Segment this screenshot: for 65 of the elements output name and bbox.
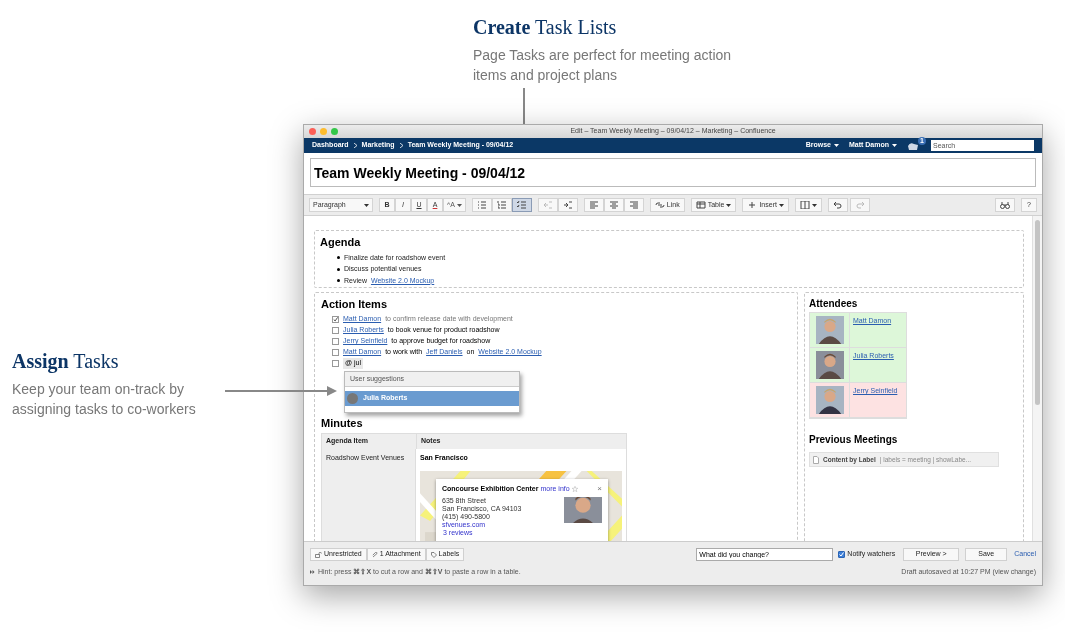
- align-left-icon: [588, 201, 599, 209]
- align-center-button[interactable]: [603, 198, 624, 212]
- bullet-icon: [337, 256, 340, 260]
- align-left-button[interactable]: [583, 198, 604, 212]
- redo-icon: [854, 201, 865, 209]
- table-icon: [695, 201, 706, 209]
- align-right-button[interactable]: [623, 198, 644, 212]
- double-arrow-icon: [310, 570, 315, 575]
- task-checkbox[interactable]: [332, 360, 339, 367]
- caret-icon: [892, 144, 897, 147]
- bullet-icon: [337, 267, 340, 271]
- notify-checkbox[interactable]: [838, 551, 846, 558]
- caret-icon: [726, 203, 732, 207]
- binoculars-icon: [1000, 201, 1010, 209]
- indent-button[interactable]: [557, 198, 578, 212]
- task-checkbox[interactable]: [332, 338, 339, 345]
- callout-text: Page Tasks are perfect for meeting action items and project plans: [473, 46, 733, 85]
- align-right-icon: [628, 201, 639, 209]
- bullet-list-icon: [476, 201, 487, 209]
- paperclip-icon: [371, 551, 378, 558]
- callout-text: Keep your team on-track by assigning tasks to co-workers: [12, 380, 197, 419]
- bullet-list-button[interactable]: [471, 198, 492, 212]
- section-heading: Attendees: [809, 297, 859, 311]
- task-list-button[interactable]: [511, 198, 532, 212]
- task-checkbox[interactable]: [332, 316, 339, 323]
- bullet-icon: [337, 279, 340, 283]
- section-heading: Action Items: [321, 297, 388, 312]
- task-list-icon: [516, 201, 527, 209]
- caret-icon: [456, 203, 462, 207]
- align-center-icon: [608, 201, 619, 209]
- caret-icon: [811, 203, 817, 207]
- chevron-icon: [353, 143, 357, 148]
- undo-button[interactable]: [827, 198, 848, 212]
- caret-icon: [833, 144, 839, 147]
- scrollbar-thumb[interactable]: [1035, 220, 1040, 405]
- page-title-field[interactable]: Team Weekly Meeting - 09/04/12: [310, 158, 1036, 187]
- callout-title: Create Task Lists: [473, 15, 618, 40]
- caret-icon: [364, 203, 369, 207]
- checkmark-icon: [333, 316, 338, 323]
- section-heading: Previous Meetings: [809, 433, 899, 447]
- numbered-list-icon: [496, 201, 507, 209]
- minimize-icon[interactable]: [320, 128, 327, 135]
- callout-title: Assign Tasks: [12, 349, 120, 375]
- find-button[interactable]: [995, 198, 1015, 212]
- tag-icon: [430, 551, 437, 558]
- plus-icon: [747, 201, 758, 209]
- indent-icon: [562, 201, 573, 209]
- avatar-icon: [347, 393, 358, 404]
- outdent-icon: [542, 201, 553, 209]
- outdent-button[interactable]: [537, 198, 558, 212]
- undo-icon: [832, 201, 843, 209]
- maximize-icon[interactable]: [331, 128, 338, 135]
- checkmark-icon: [839, 552, 845, 557]
- task-checkbox[interactable]: [332, 349, 339, 356]
- chevron-icon: [399, 143, 403, 148]
- columns-icon: [799, 201, 810, 209]
- layout-button[interactable]: [794, 198, 822, 212]
- close-icon[interactable]: [309, 128, 316, 135]
- section-heading: Minutes: [321, 415, 364, 431]
- section-heading: Agenda: [320, 235, 362, 250]
- task-checkbox[interactable]: [332, 327, 339, 334]
- caret-icon: [778, 203, 784, 207]
- padlock-icon: [315, 551, 322, 558]
- document-icon: [813, 455, 819, 464]
- numbered-list-button[interactable]: [491, 198, 512, 212]
